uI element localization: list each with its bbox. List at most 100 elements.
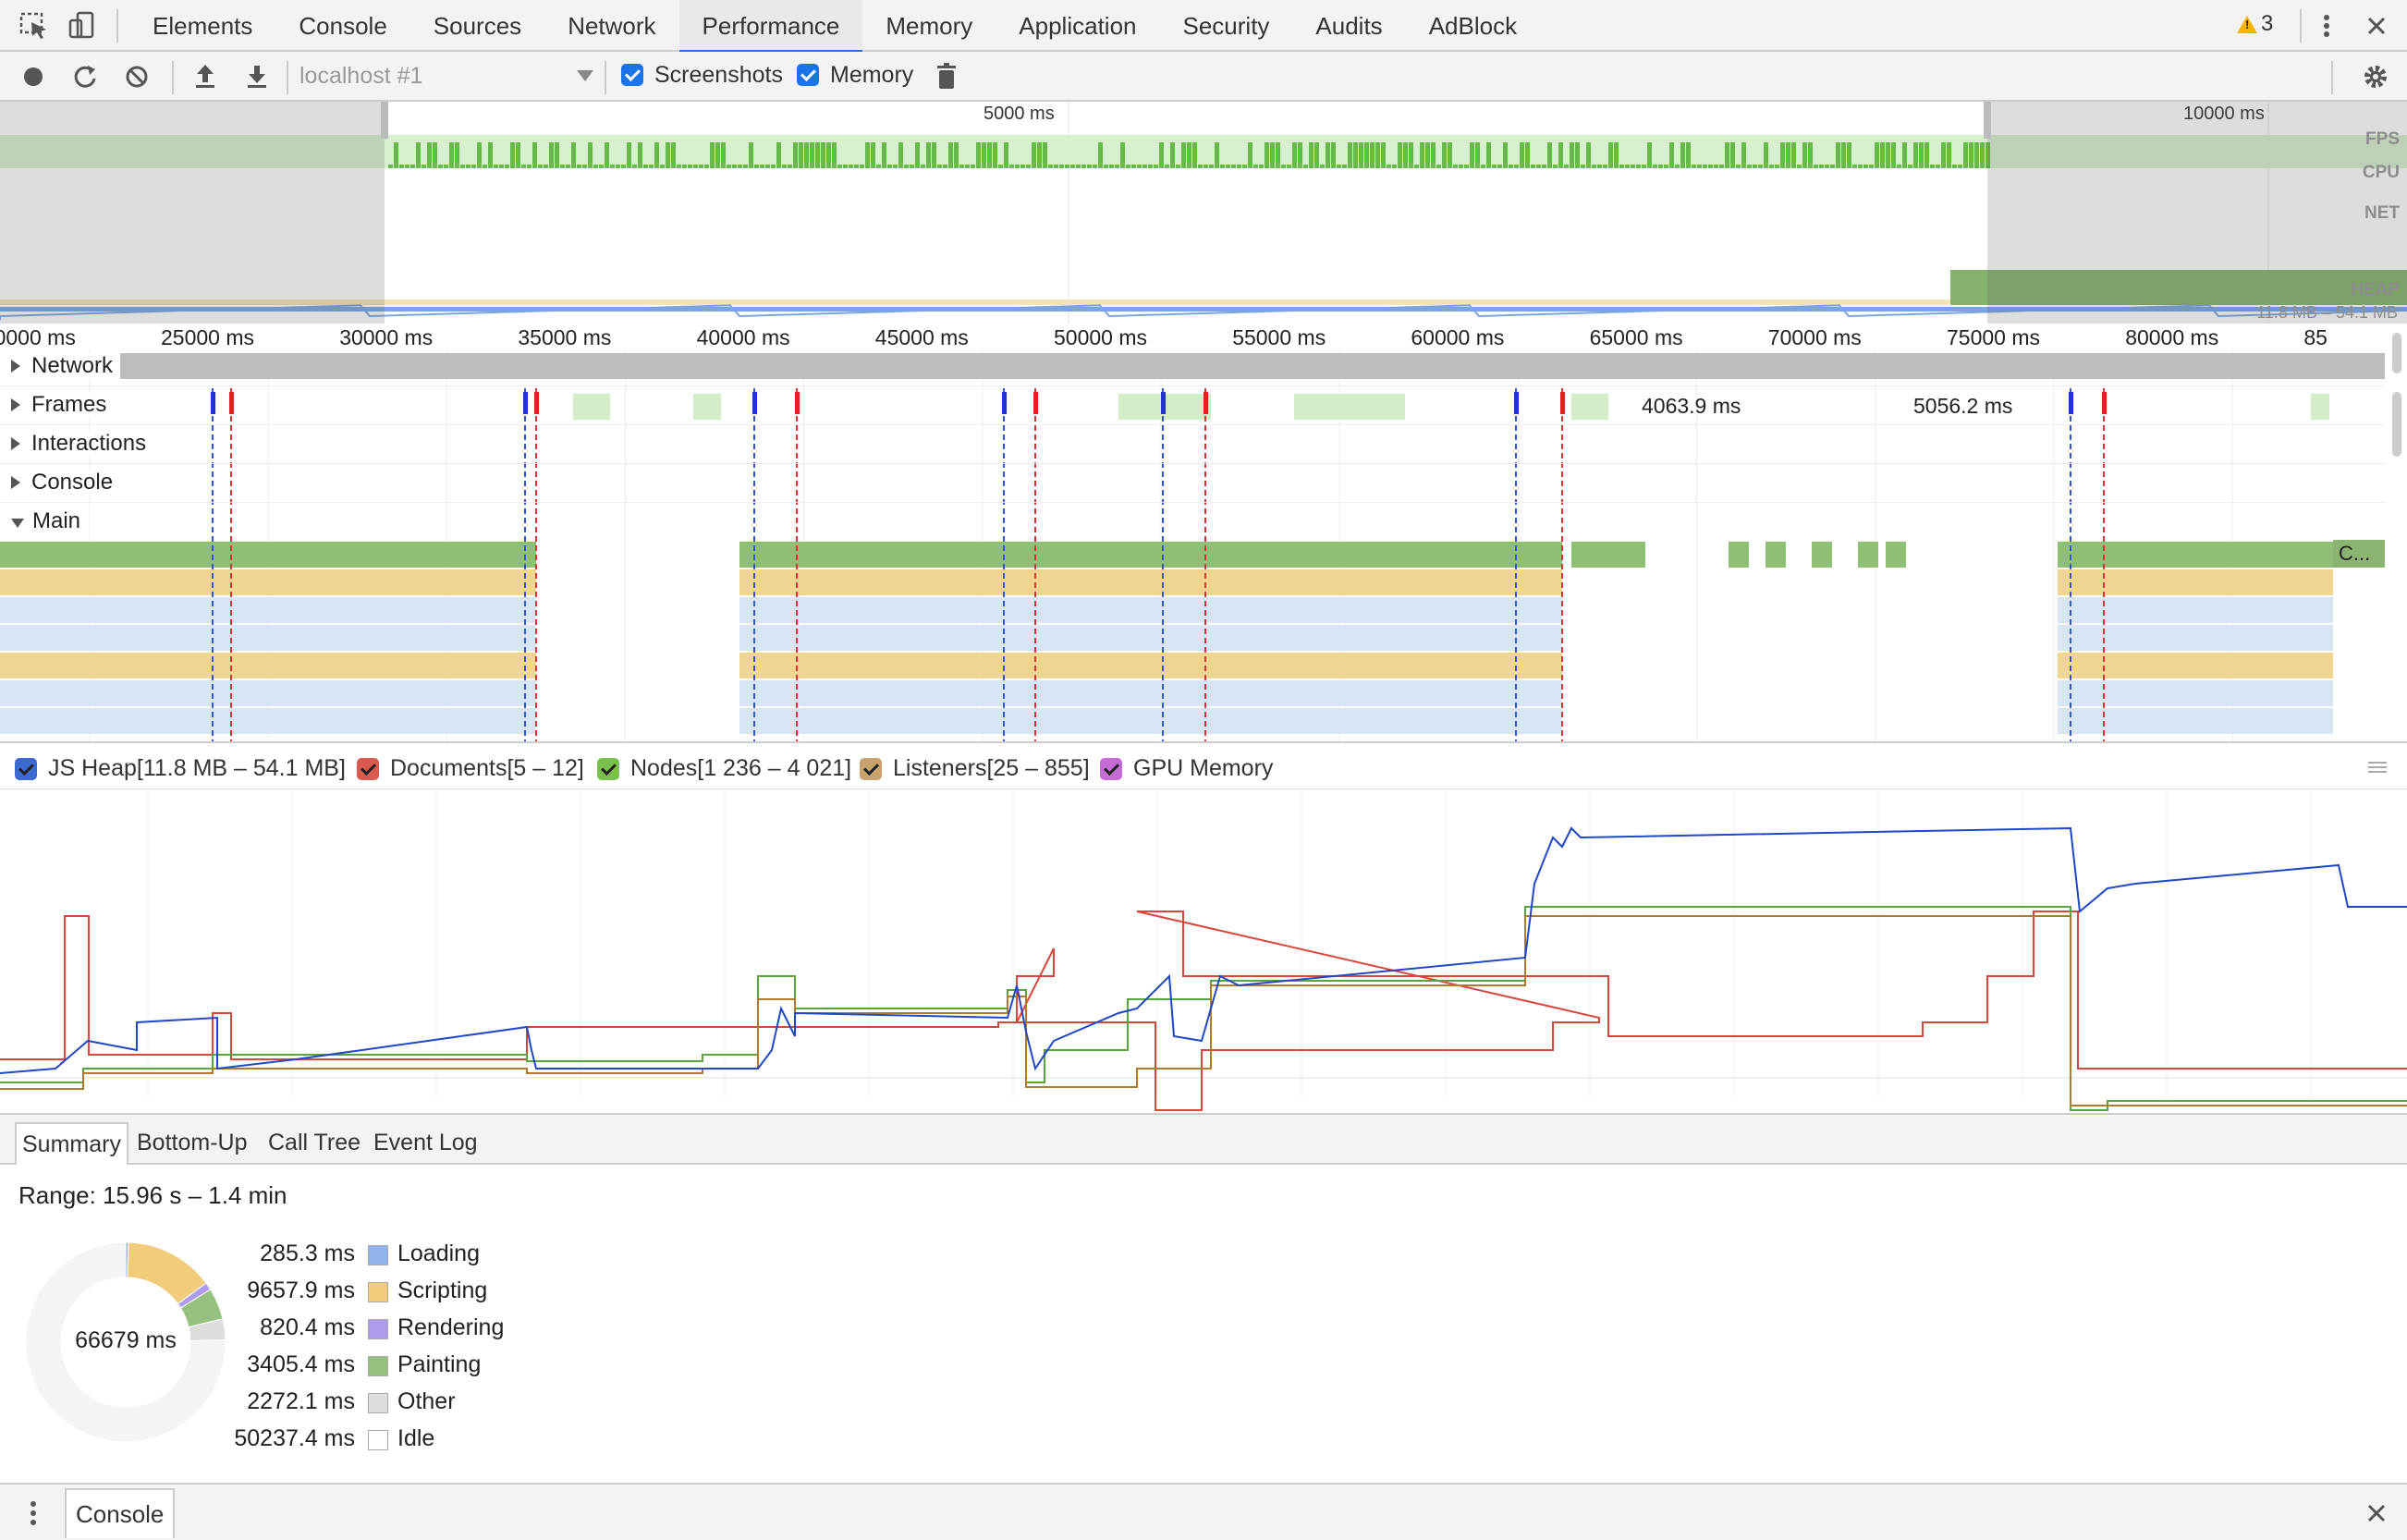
- collect-garbage-icon[interactable]: [930, 61, 963, 92]
- warning-icon: !: [2237, 15, 2257, 33]
- device-toolbar-icon[interactable]: [67, 11, 98, 41]
- legend-js-heap[interactable]: JS Heap[11.8 MB – 54.1 MB]: [15, 755, 346, 782]
- main-task-slice: [739, 708, 998, 734]
- tab-console[interactable]: Console: [275, 0, 409, 52]
- settings-gear-icon[interactable]: [2359, 61, 2392, 92]
- fps-bar: [610, 165, 615, 168]
- summary-range: Range: 15.96 s – 1.4 min: [18, 1181, 287, 1209]
- fps-bar: [1974, 142, 1979, 168]
- fps-bar: [1514, 165, 1519, 168]
- fps-bar: [843, 165, 848, 168]
- reload-record-icon[interactable]: [68, 61, 102, 92]
- legend-listeners[interactable]: Listeners[25 – 855]: [860, 755, 1090, 782]
- nodes-checkbox[interactable]: [597, 757, 619, 780]
- fps-bar: [1492, 165, 1497, 168]
- fps-bar: [1292, 142, 1297, 168]
- target-select[interactable]: localhost #1: [292, 57, 597, 94]
- tab-bottom-up[interactable]: Bottom-Up: [131, 1122, 252, 1165]
- tab-sources[interactable]: Sources: [410, 0, 544, 52]
- fps-bar: [1692, 165, 1696, 168]
- track-console[interactable]: Console: [0, 464, 2385, 503]
- tab-audits[interactable]: Audits: [1292, 0, 1405, 52]
- fps-bar: [599, 165, 604, 168]
- selection-handle-left[interactable]: [381, 102, 388, 139]
- main-task-block[interactable]: C...: [2333, 540, 2385, 568]
- drawer-menu-icon[interactable]: [24, 1499, 43, 1527]
- flame-chart-area[interactable]: 20000 ms25000 ms30000 ms35000 ms40000 ms…: [0, 324, 2407, 743]
- memory-counters-legend: JS Heap[11.8 MB – 54.1 MB] Documents[5 –…: [0, 745, 2407, 789]
- track-main[interactable]: Main: [0, 503, 2385, 542]
- summary-category: Idle: [397, 1425, 435, 1451]
- legend-nodes[interactable]: Nodes[1 236 – 4 021]: [597, 755, 851, 782]
- fps-bar: [1631, 165, 1635, 168]
- js-heap-checkbox[interactable]: [15, 757, 37, 780]
- track-interactions[interactable]: Interactions: [0, 425, 2385, 464]
- listeners-checkbox[interactable]: [860, 757, 882, 780]
- close-drawer-icon[interactable]: [2363, 1499, 2390, 1527]
- separator: [2331, 61, 2333, 94]
- screenshots-checkbox[interactable]: [621, 64, 643, 86]
- clear-icon[interactable]: [120, 61, 153, 92]
- scrollbar-thumb[interactable]: [2392, 333, 2401, 373]
- tab-elements[interactable]: Elements: [129, 0, 275, 52]
- timeline-overview[interactable]: 5000 ms10000 ms15000 ms20000 ms25000 ms3…: [0, 102, 2407, 324]
- tab-performance[interactable]: Performance: [678, 0, 863, 54]
- fps-bar: [1736, 165, 1741, 168]
- tab-security[interactable]: Security: [1160, 0, 1293, 52]
- documents-checkbox[interactable]: [357, 757, 379, 780]
- tab-memory[interactable]: Memory: [862, 0, 996, 52]
- selection-handle-right[interactable]: [1984, 102, 1991, 139]
- expand-triangle-icon: [11, 476, 20, 489]
- main-task-slice: [0, 680, 536, 706]
- fps-bar: [1148, 165, 1153, 168]
- fps-bar: [1597, 165, 1602, 168]
- close-devtools-icon[interactable]: [2361, 11, 2392, 41]
- target-select-value: localhost #1: [299, 63, 423, 89]
- tab-application[interactable]: Application: [996, 0, 1159, 52]
- fps-bar: [477, 142, 482, 168]
- summary-value: 9657.9 ms: [247, 1277, 355, 1303]
- fps-bar: [1941, 142, 1946, 168]
- fps-bar: [1043, 142, 1047, 168]
- summary-pie-chart: 66679 ms: [20, 1237, 231, 1448]
- resize-handle-icon[interactable]: [2366, 758, 2389, 776]
- tab-adblock[interactable]: AdBlock: [1406, 0, 1540, 52]
- main-task-slice: [0, 542, 536, 568]
- fps-bar: [505, 165, 509, 168]
- fps-bar: [616, 165, 620, 168]
- fps-bar: [538, 165, 543, 168]
- fps-bar: [1830, 165, 1835, 168]
- summary-swatch: [368, 1319, 388, 1339]
- fps-bar: [1142, 165, 1147, 168]
- separator: [287, 61, 288, 94]
- drawer-tab-console[interactable]: Console: [65, 1488, 176, 1538]
- tab-call-tree[interactable]: Call Tree: [263, 1122, 366, 1165]
- main-task-slice: [0, 569, 536, 595]
- scrollbar-thumb[interactable]: [2392, 392, 2401, 457]
- fps-bar: [1387, 165, 1391, 168]
- record-icon[interactable]: [17, 61, 50, 92]
- tab-event-log[interactable]: Event Log: [368, 1122, 483, 1165]
- tab-network[interactable]: Network: [544, 0, 678, 52]
- memory-checkbox[interactable]: [797, 64, 819, 86]
- gpu-memory-checkbox[interactable]: [1100, 757, 1122, 780]
- fps-bar: [1475, 142, 1480, 168]
- expand-triangle-icon: [11, 437, 20, 450]
- track-network[interactable]: Network: [0, 348, 2385, 386]
- documents-line: [0, 911, 2407, 1111]
- warnings-counter[interactable]: ! 3: [2237, 11, 2273, 37]
- track-frames[interactable]: Frames 4063.9 ms 5056.2 ms: [0, 386, 2385, 425]
- inspect-element-icon[interactable]: [18, 11, 50, 41]
- save-profile-icon[interactable]: [240, 61, 274, 92]
- tab-summary[interactable]: Summary: [15, 1122, 128, 1165]
- more-options-icon[interactable]: [2311, 11, 2342, 41]
- legend-gpu-memory[interactable]: GPU Memory: [1100, 755, 1273, 782]
- load-profile-icon[interactable]: [189, 61, 222, 92]
- main-task-slice: [1571, 542, 1645, 568]
- fps-bar: [1553, 165, 1558, 168]
- fps-bar: [1270, 142, 1275, 168]
- legend-documents[interactable]: Documents[5 – 12]: [357, 755, 584, 782]
- fps-bar: [1093, 165, 1097, 168]
- summary-row-idle: 50237.4 ms Idle: [231, 1422, 508, 1459]
- fps-bar: [743, 165, 748, 168]
